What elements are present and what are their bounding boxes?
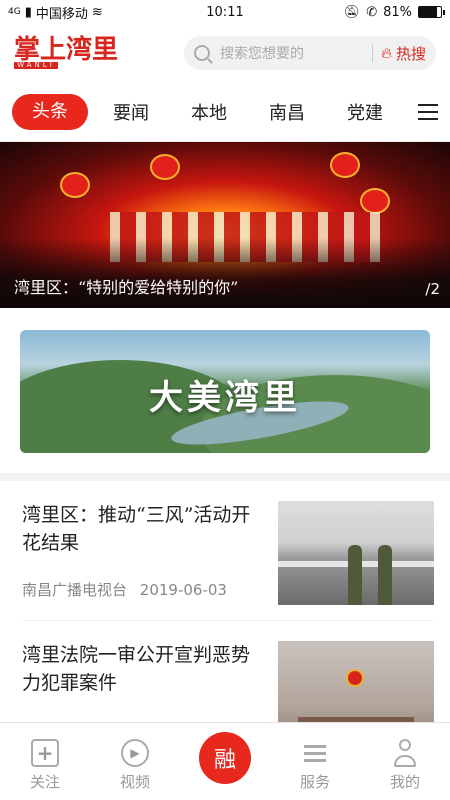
profile-icon <box>391 739 419 767</box>
app-header: 掌上湾里 WANLI 搜索您想要的 🔥︎ 热搜 <box>0 24 450 82</box>
app-logo: 掌上湾里 WANLI <box>14 37 118 69</box>
news-list: 湾里区：推动“三风”活动开花结果 南昌广播电视台 2019-06-03 湾里法院… <box>0 481 450 761</box>
tab-local[interactable]: 本地 <box>174 99 244 125</box>
status-bar: 4G ▮ 中国移动 ≋ 10:11 🔕︎ ✆ 81% <box>0 0 450 24</box>
news-date: 2019-06-03 <box>139 581 227 599</box>
news-title: 湾里法院一审公开宣判恶势力犯罪案件 <box>22 644 251 694</box>
channel-tabs: 头条 要闻 本地 南昌 党建 <box>0 82 450 142</box>
top-carousel[interactable]: 湾里区：“特别的爱给特别的你” /2 <box>0 142 450 308</box>
court-emblem-icon <box>346 669 364 687</box>
logo-subtext: WANLI <box>14 62 58 69</box>
nav-label: 视频 <box>119 773 150 791</box>
menu-icon[interactable] <box>418 103 438 120</box>
rong-center-icon[interactable]: 融 <box>199 732 251 784</box>
tab-headline[interactable]: 头条 <box>12 93 88 130</box>
hot-search-label: 热搜 <box>395 44 426 63</box>
nav-service[interactable]: 服务 <box>270 723 360 800</box>
nav-video[interactable]: ▶ 视频 <box>90 723 180 800</box>
status-time: 10:11 <box>206 4 244 20</box>
news-meta: 南昌广播电视台 2019-06-03 <box>22 579 266 600</box>
news-item[interactable]: 湾里区：推动“三风”活动开花结果 南昌广播电视台 2019-06-03 <box>22 481 434 621</box>
lantern-decoration <box>330 152 360 178</box>
news-source: 南昌广播电视台 <box>22 581 128 599</box>
search-icon <box>194 45 210 61</box>
banner-caption: 湾里区：“特别的爱给特别的你” <box>14 278 239 297</box>
carousel-counter: /2 <box>425 280 440 298</box>
flame-icon: 🔥︎ <box>380 44 392 62</box>
follow-icon: + <box>31 739 59 767</box>
nav-follow[interactable]: + 关注 <box>0 723 90 800</box>
service-icon <box>301 739 329 767</box>
nav-profile[interactable]: 我的 <box>360 723 450 800</box>
nav-label: 我的 <box>389 773 420 791</box>
nav-center[interactable]: 融 <box>180 723 270 800</box>
search-bar[interactable]: 搜索您想要的 🔥︎ 热搜 <box>184 36 436 70</box>
nav-label: 关注 <box>29 773 60 791</box>
promo-card[interactable]: 大美湾里 <box>20 330 430 453</box>
lantern-decoration <box>60 172 90 198</box>
section-divider <box>0 473 450 481</box>
battery-icon <box>418 6 445 18</box>
tab-party[interactable]: 党建 <box>330 99 400 125</box>
news-title: 湾里区：推动“三风”活动开花结果 <box>22 504 251 554</box>
lantern-decoration <box>360 188 390 214</box>
tab-news[interactable]: 要闻 <box>96 99 166 125</box>
search-input[interactable]: 搜索您想要的 <box>220 43 364 63</box>
logo-text: 掌上湾里 <box>14 35 119 65</box>
tab-nanchang[interactable]: 南昌 <box>252 99 322 125</box>
lantern-decoration <box>150 154 180 180</box>
promo-title: 大美湾里 <box>149 378 301 418</box>
nav-label: 服务 <box>299 773 330 791</box>
search-divider <box>371 44 373 62</box>
video-icon: ▶ <box>121 739 149 767</box>
news-thumbnail <box>278 501 434 605</box>
bottom-nav: + 关注 ▶ 视频 融 服务 我的 <box>0 722 450 800</box>
hot-search-button[interactable]: 🔥︎ 热搜 <box>381 43 426 64</box>
